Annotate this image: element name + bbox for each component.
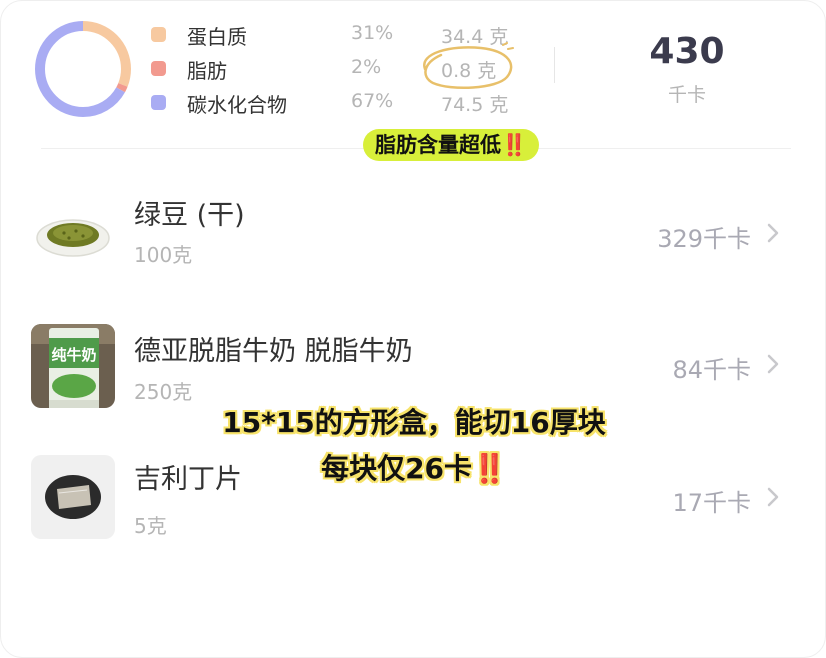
hand-drawn-circle-annotation (423, 42, 514, 90)
food-calories: 17千卡 (672, 489, 751, 517)
protein-color-dot (151, 27, 166, 42)
food-item-mung-bean[interactable]: 绿豆 (干) 100克 329千卡 (31, 193, 801, 293)
overlay-caption-line1: 15*15的方形盒，能切16厚块 (222, 406, 606, 439)
carbs-color-dot (151, 95, 166, 110)
summary-divider (554, 47, 555, 83)
chevron-right-icon (767, 223, 779, 243)
highlight-text: 脂肪含量超低 (375, 133, 501, 157)
overlay-caption-text: 每块仅26卡 (321, 452, 473, 485)
food-calories: 329千卡 (657, 225, 751, 253)
chevron-right-icon (767, 354, 779, 374)
macro-percent: 2% (351, 56, 382, 78)
carton-label: 纯牛奶 (51, 346, 96, 364)
food-name: 德亚脱脂牛奶 脱脂牛奶 (134, 336, 413, 367)
double-exclamation-icon: ‼️ (472, 452, 507, 485)
nutrition-card: 蛋白质 31% 34.4 克 脂肪 2% 0.8 克 碳水化合物 67% 74.… (0, 0, 826, 658)
food-quantity: 100克 (134, 243, 193, 267)
macro-percent: 67% (351, 90, 394, 112)
food-name: 绿豆 (干) (134, 200, 245, 231)
macro-donut-chart (35, 21, 131, 117)
total-calories-unit: 千卡 (667, 84, 706, 106)
food-quantity: 5克 (134, 514, 167, 538)
mung-bean-plate-photo (31, 193, 115, 277)
fat-color-dot (151, 61, 166, 76)
milk-carton-photo: 纯牛奶 (31, 324, 115, 408)
macro-percent: 31% (351, 22, 394, 44)
chevron-right-icon (767, 487, 779, 507)
overlay-caption-line2: 每块仅26卡‼️ (1, 447, 825, 487)
macro-name: 脂肪 (187, 59, 227, 83)
food-calories: 84千卡 (672, 356, 751, 384)
macro-name: 碳水化合物 (187, 93, 287, 117)
low-fat-highlight-tag: 脂肪含量超低‼️ (363, 129, 540, 161)
total-calories: 430 (649, 31, 725, 72)
macro-name: 蛋白质 (187, 25, 247, 49)
double-exclamation-icon: ‼️ (501, 133, 528, 157)
